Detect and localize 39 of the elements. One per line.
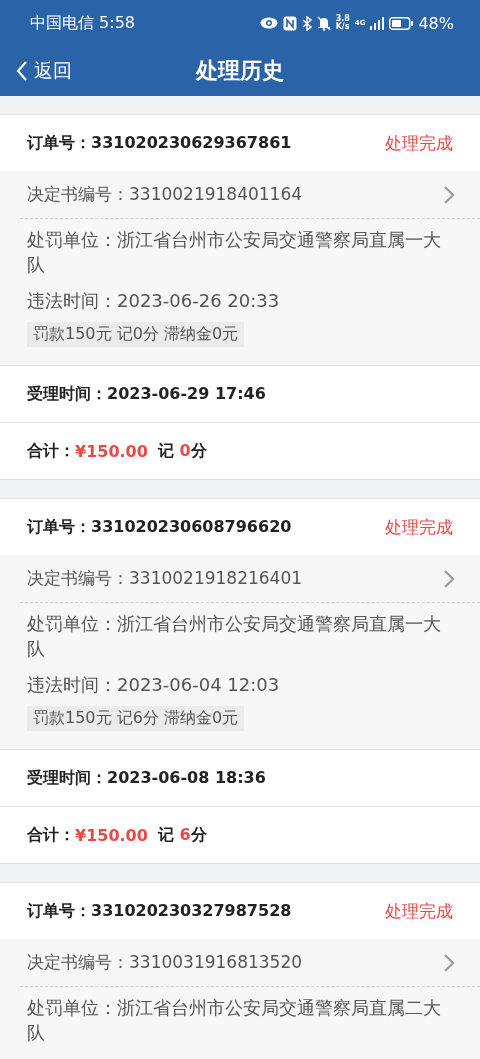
total-label: 合计： — [27, 824, 75, 846]
decision-number-row[interactable]: 决定书编号：3310031916813520 — [20, 939, 480, 987]
bell-muted-icon — [316, 15, 331, 31]
order-status: 处理完成 — [385, 899, 453, 923]
network-speed: 3.8 K/s — [335, 15, 350, 31]
total-points: 记 6分 — [157, 824, 207, 846]
decision-number-row[interactable]: 决定书编号：3310021918401164 — [20, 171, 480, 219]
chevron-right-icon — [444, 953, 454, 972]
penalty-unit: 处罚单位：浙江省台州市公安局交通警察局直属二大队 — [26, 996, 442, 1045]
violation-time: 违法时间：2023-06-26 20:33 — [26, 289, 281, 313]
penalty-unit: 处罚单位：浙江省台州市公安局交通警察局直属一大队 — [26, 612, 442, 661]
total-amount: ¥150.00 — [75, 441, 148, 461]
total-amount: ¥150.00 — [75, 825, 148, 845]
page-title: 处理历史 — [196, 57, 284, 85]
nfc-icon — [282, 15, 297, 31]
penalty-summary: 罚款150元 记6分 滞纳金0元 — [27, 706, 245, 731]
accept-time: 受理时间：2023-06-29 17:46 — [27, 383, 266, 405]
accept-time: 受理时间：2023-06-08 18:36 — [27, 767, 266, 789]
battery-icon — [389, 16, 414, 30]
violation-time: 违法时间：2023-06-04 12:03 — [26, 673, 281, 697]
chevron-right-icon — [444, 569, 454, 588]
signal-icon — [370, 16, 385, 30]
penalty-unit: 处罚单位：浙江省台州市公安局交通警察局直属一大队 — [26, 228, 442, 277]
battery-percent: 48% — [418, 13, 454, 33]
back-button[interactable]: 返回 — [14, 56, 74, 86]
eye-icon — [259, 17, 278, 29]
bluetooth-icon — [301, 15, 312, 31]
order-status: 处理完成 — [385, 131, 453, 155]
carrier-time: 中国电信 5:58 — [30, 12, 135, 34]
order-number: 订单号：331020230608796620 — [27, 516, 292, 538]
chevron-right-icon — [444, 185, 454, 204]
penalty-summary: 罚款150元 记0分 滞纳金0元 — [27, 322, 245, 347]
order-number: 订单号：331020230629367861 — [27, 132, 292, 154]
total-points: 记 0分 — [157, 440, 207, 462]
decision-number-row[interactable]: 决定书编号：3310021918216401 — [20, 555, 480, 603]
total-label: 合计： — [27, 440, 75, 462]
order-number: 订单号：331020230327987528 — [27, 900, 292, 922]
chevron-left-icon — [16, 61, 28, 81]
order-status: 处理完成 — [385, 515, 453, 539]
